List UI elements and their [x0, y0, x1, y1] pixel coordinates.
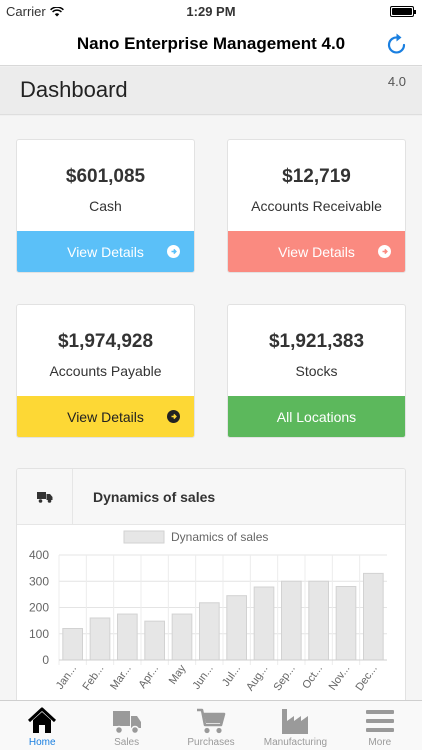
stocks-all-locations-label: All Locations — [276, 408, 357, 425]
x-tick-label: Mar... — [108, 663, 134, 692]
y-tick-label: 0 — [42, 653, 49, 667]
bar-11 — [362, 572, 384, 661]
version-label: 4.0 — [387, 74, 406, 89]
bar-5 — [198, 602, 220, 661]
arrow-circle-right-icon — [167, 410, 180, 423]
x-tick-label: Aug... — [244, 663, 270, 693]
x-tick-label: Nov... — [327, 663, 353, 693]
x-tick-label: Dec... — [353, 663, 379, 693]
accounts-payable-amount: $1,974,928 — [57, 331, 154, 352]
cart-icon — [197, 708, 226, 734]
tab-home[interactable]: Home — [0, 701, 84, 750]
home-icon — [28, 707, 57, 733]
cash-view-details-button[interactable]: View Details — [17, 231, 194, 272]
bar-0 — [62, 628, 84, 661]
dashboard-header: Dashboard 4.0 — [0, 67, 422, 115]
tab-more-label: More — [368, 737, 392, 748]
x-tick-label: Jul... — [220, 663, 243, 689]
accounts-receivable-view-details-button[interactable]: View Details — [228, 231, 405, 272]
accounts-payable-card: $1,974,928 Accounts Payable View Details — [16, 304, 195, 438]
y-tick-label: 300 — [29, 574, 49, 588]
sales-bar-chart: Dynamics of sales 0 100 200 300 400 Jan... Feb.… — [29, 530, 387, 693]
tab-bar: Home Sales Purchases Manufacturing More — [0, 700, 422, 750]
tab-purchases-label: Purchases — [187, 737, 235, 748]
tab-home-label: Home — [28, 737, 56, 748]
bar-10 — [335, 586, 357, 661]
sales-dynamics-panel: Dynamics of sales Dynamics of sales 0 100 2… — [16, 468, 406, 708]
x-tick-label: Jun... — [191, 663, 216, 692]
y-tick-label: 400 — [29, 548, 49, 562]
cash-label: Cash — [89, 198, 122, 214]
stocks-label: Stocks — [295, 363, 338, 379]
y-tick-label: 100 — [29, 627, 49, 641]
bar-6 — [226, 595, 248, 661]
accounts-payable-view-details-label: View Details — [67, 408, 144, 425]
legend-label: Dynamics of sales — [171, 530, 268, 544]
x-tick-label: Feb... — [80, 663, 106, 693]
arrow-circle-right-icon — [378, 245, 391, 258]
menu-icon — [365, 710, 394, 732]
x-tick-label: Sep... — [271, 663, 297, 693]
bar-3 — [144, 620, 166, 661]
navigation-bar: Nano Enterprise Management 4.0 — [0, 22, 422, 66]
app-title: Nano Enterprise Management 4.0 — [76, 34, 346, 53]
tab-manufacturing-label: Manufacturing — [263, 737, 328, 748]
stocks-card: $1,921,383 Stocks All Locations — [227, 304, 406, 438]
truck-icon — [112, 711, 141, 735]
tab-purchases[interactable]: Purchases — [169, 701, 253, 750]
cash-view-details-label: View Details — [67, 243, 144, 260]
bar-9 — [308, 580, 330, 661]
bar-1 — [89, 617, 111, 661]
x-tick-label: Jan... — [54, 663, 79, 692]
status-bar: Carrier 1:29 PM — [0, 0, 422, 22]
sales-panel-header: Dynamics of sales — [17, 469, 405, 525]
factory-icon — [282, 709, 309, 734]
dashboard-content: $601,085 Cash View Details $12,719 Accou… — [0, 116, 422, 708]
status-time: 1:29 PM — [186, 4, 236, 19]
accounts-receivable-view-details-label: View Details — [278, 243, 355, 260]
tab-more[interactable]: More — [338, 701, 422, 750]
accounts-receivable-card: $12,719 Accounts Receivable View Details — [227, 139, 406, 273]
cash-card: $601,085 Cash View Details — [16, 139, 195, 273]
legend-swatch — [123, 530, 165, 544]
accounts-payable-view-details-button[interactable]: View Details — [17, 396, 194, 437]
battery-icon — [390, 6, 416, 17]
x-tick-label: Apr... — [137, 663, 162, 691]
y-tick-label: 200 — [29, 601, 49, 615]
sales-panel-title: Dynamics of sales — [93, 489, 216, 505]
page-title: Dashboard — [20, 77, 128, 102]
tab-sales[interactable]: Sales — [84, 701, 168, 750]
stocks-amount: $1,921,383 — [268, 331, 365, 352]
refresh-icon[interactable] — [384, 31, 410, 57]
tab-manufacturing[interactable]: Manufacturing — [253, 701, 337, 750]
accounts-receivable-label: Accounts Receivable — [251, 198, 382, 214]
accounts-receivable-amount: $12,719 — [282, 166, 351, 187]
x-tick-label: May — [167, 662, 189, 686]
bar-7 — [253, 586, 275, 661]
truck-icon-box — [17, 469, 73, 525]
truck-icon — [36, 492, 52, 503]
stocks-all-locations-button[interactable]: All Locations — [228, 396, 405, 437]
bar-8 — [280, 580, 302, 661]
x-tick-label: Oct... — [300, 663, 325, 691]
accounts-payable-label: Accounts Payable — [49, 363, 162, 379]
bar-2 — [116, 613, 138, 661]
arrow-circle-right-icon — [167, 245, 180, 258]
bar-4 — [171, 613, 193, 661]
cash-amount: $601,085 — [65, 166, 146, 187]
tab-sales-label: Sales — [114, 737, 140, 748]
